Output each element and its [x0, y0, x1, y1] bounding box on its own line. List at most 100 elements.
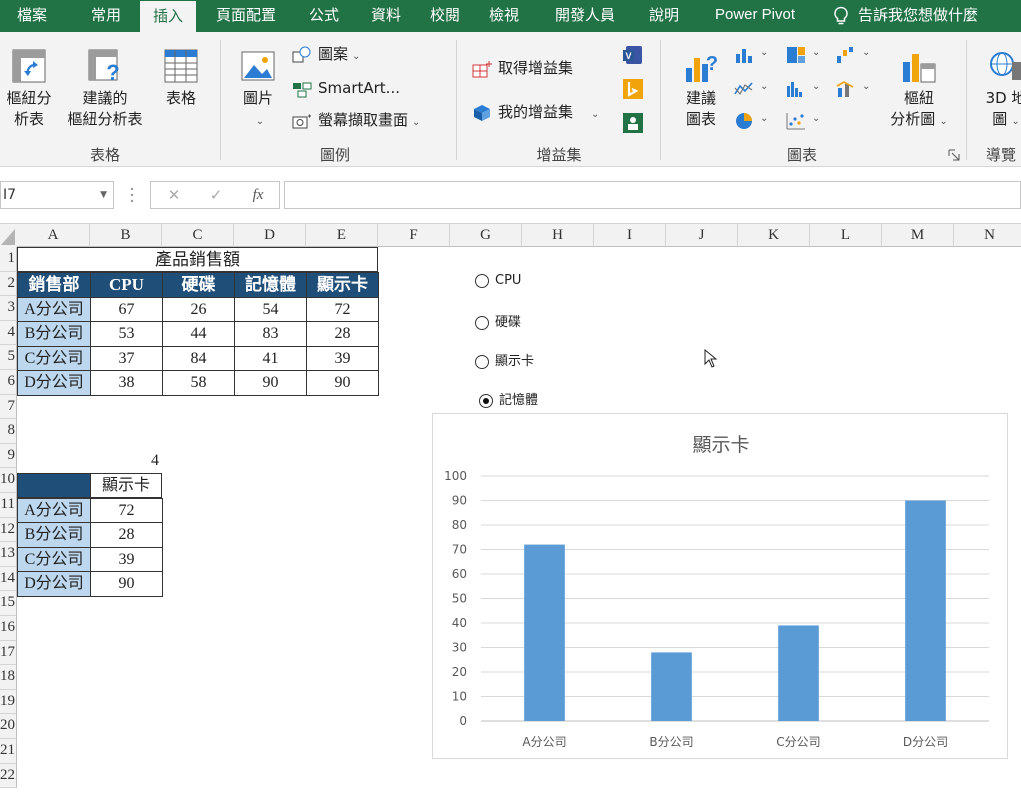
row-header-18[interactable]: 18: [0, 665, 17, 690]
tab-data[interactable]: 資料: [358, 0, 414, 32]
bing-icon[interactable]: [622, 78, 644, 100]
sales-table-header[interactable]: 顯示卡: [306, 272, 379, 298]
tab-view[interactable]: 檢視: [476, 0, 532, 32]
selected-index-cell[interactable]: 4: [90, 449, 162, 473]
recommended-pivottables-button[interactable]: ? 建議的 樞紐分析表: [60, 48, 150, 130]
chevron-down-icon[interactable]: ▼: [100, 182, 107, 208]
sub-table-branch[interactable]: D分公司: [17, 571, 91, 597]
row-header-8[interactable]: 8: [0, 419, 17, 444]
sales-table-header[interactable]: 硬碟: [162, 272, 235, 298]
column-header-B[interactable]: B: [90, 224, 162, 247]
tab-file[interactable]: 檔案: [0, 0, 64, 32]
row-header-13[interactable]: 13: [0, 542, 17, 567]
pie-chart-icon[interactable]: [734, 112, 754, 130]
sales-table-title[interactable]: 產品銷售額: [17, 247, 378, 272]
radio-cpu[interactable]: CPU: [475, 273, 521, 288]
screenshot-button[interactable]: 螢幕擷取畫面 ⌄: [292, 110, 420, 133]
row-header-4[interactable]: 4: [0, 320, 17, 346]
row-header-5[interactable]: 5: [0, 345, 17, 370]
line-chart-icon[interactable]: [734, 80, 754, 98]
column-header-K[interactable]: K: [738, 224, 810, 247]
row-header-3[interactable]: 3: [0, 296, 17, 321]
dialog-launcher-icon[interactable]: [948, 149, 960, 161]
sales-table-header[interactable]: 銷售部: [17, 272, 91, 298]
sales-table-value[interactable]: 37: [90, 345, 163, 372]
column-header-L[interactable]: L: [810, 224, 882, 247]
chevron-down-icon[interactable]: ⌄: [812, 47, 820, 58]
sales-table-value[interactable]: 53: [90, 321, 163, 347]
pivotchart-button[interactable]: 樞紐 分析圖 ⌄: [880, 48, 958, 132]
combo-chart-icon[interactable]: [836, 80, 856, 98]
column-header-H[interactable]: H: [522, 224, 594, 247]
sales-table-branch[interactable]: C分公司: [17, 345, 91, 372]
column-header-A[interactable]: A: [17, 224, 90, 247]
tab-power-pivot[interactable]: Power Pivot: [700, 0, 810, 32]
sales-table-header[interactable]: CPU: [90, 272, 163, 298]
bar-chart[interactable]: 顯示卡 0 10 20 30 40 50 60 70 80 90 100 A分公司 B分公司 C分公司 D分…: [432, 413, 1008, 759]
sub-table-header[interactable]: 顯示卡: [90, 473, 162, 498]
sub-table-branch[interactable]: B分公司: [17, 522, 91, 548]
cancel-icon[interactable]: ✕: [159, 182, 189, 208]
name-box[interactable]: I7 ▼: [0, 181, 114, 209]
column-header-D[interactable]: D: [234, 224, 306, 247]
select-all-corner[interactable]: [0, 224, 17, 247]
sales-table-value[interactable]: 72: [306, 296, 379, 323]
smartart-button[interactable]: SmartArt...: [292, 78, 400, 98]
chevron-down-icon[interactable]: ⌄: [812, 113, 820, 124]
sales-table-header[interactable]: 記憶體: [234, 272, 307, 298]
sales-table-value[interactable]: 26: [162, 296, 235, 323]
sales-table-value[interactable]: 83: [234, 321, 307, 347]
sub-table-value[interactable]: 90: [90, 571, 163, 597]
radio-gpu[interactable]: 顯示卡: [475, 350, 534, 369]
sub-table-branch[interactable]: C分公司: [17, 546, 91, 573]
row-header-2[interactable]: 2: [0, 271, 17, 297]
row-header-19[interactable]: 19: [0, 689, 17, 715]
row-header-21[interactable]: 21: [0, 739, 17, 764]
row-header-17[interactable]: 17: [0, 640, 17, 666]
waterfall-chart-icon[interactable]: [836, 46, 856, 64]
row-header-7[interactable]: 7: [0, 394, 17, 420]
people-graph-icon[interactable]: [622, 112, 644, 134]
column-chart-icon[interactable]: [734, 46, 754, 64]
sub-table-value[interactable]: 72: [90, 497, 163, 524]
sales-table-value[interactable]: 90: [306, 370, 379, 396]
sales-table-branch[interactable]: A分公司: [17, 296, 91, 323]
chevron-down-icon[interactable]: ⌄: [812, 81, 820, 92]
chevron-down-icon[interactable]: ⌄: [862, 81, 870, 92]
sales-table-value[interactable]: 58: [162, 370, 235, 396]
statistic-chart-icon[interactable]: [786, 80, 806, 98]
sales-table-branch[interactable]: B分公司: [17, 321, 91, 347]
column-header-C[interactable]: C: [162, 224, 234, 247]
sub-table-value[interactable]: 39: [90, 546, 163, 573]
radio-memory[interactable]: 記憶體: [479, 389, 538, 408]
sales-table-value[interactable]: 41: [234, 345, 307, 372]
sales-table-value[interactable]: 38: [90, 370, 163, 396]
row-header-14[interactable]: 14: [0, 566, 17, 592]
recommended-charts-button[interactable]: ? 建議 圖表: [676, 48, 726, 130]
chevron-down-icon[interactable]: ⌄: [862, 47, 870, 58]
3d-map-button[interactable]: 3D 地 圖 ⌄: [976, 48, 1021, 132]
column-header-G[interactable]: G: [450, 224, 522, 247]
column-header-E[interactable]: E: [306, 224, 378, 247]
row-header-16[interactable]: 16: [0, 616, 17, 641]
shapes-button[interactable]: 圖案 ⌄: [292, 44, 360, 67]
pictures-button[interactable]: 圖片 ⌄: [234, 48, 282, 132]
sales-table-value[interactable]: 67: [90, 296, 163, 323]
row-header-11[interactable]: 11: [0, 493, 17, 518]
sales-table-value[interactable]: 84: [162, 345, 235, 372]
row-header-20[interactable]: 20: [0, 714, 17, 739]
tab-review[interactable]: 校閱: [420, 0, 470, 32]
tab-insert[interactable]: 插入: [140, 1, 196, 32]
scatter-chart-icon[interactable]: [786, 112, 806, 130]
row-header-15[interactable]: 15: [0, 591, 17, 616]
column-header-F[interactable]: F: [378, 224, 450, 247]
sales-table-branch[interactable]: D分公司: [17, 370, 91, 396]
radio-hdd[interactable]: 硬碟: [475, 311, 521, 330]
tab-page-layout[interactable]: 頁面配置: [202, 0, 290, 32]
sales-table-value[interactable]: 39: [306, 345, 379, 372]
tab-formulas[interactable]: 公式: [296, 0, 352, 32]
row-header-1[interactable]: 1: [0, 247, 17, 272]
row-header-12[interactable]: 12: [0, 517, 17, 543]
sales-table-value[interactable]: 90: [234, 370, 307, 396]
formula-input[interactable]: [284, 181, 1021, 209]
